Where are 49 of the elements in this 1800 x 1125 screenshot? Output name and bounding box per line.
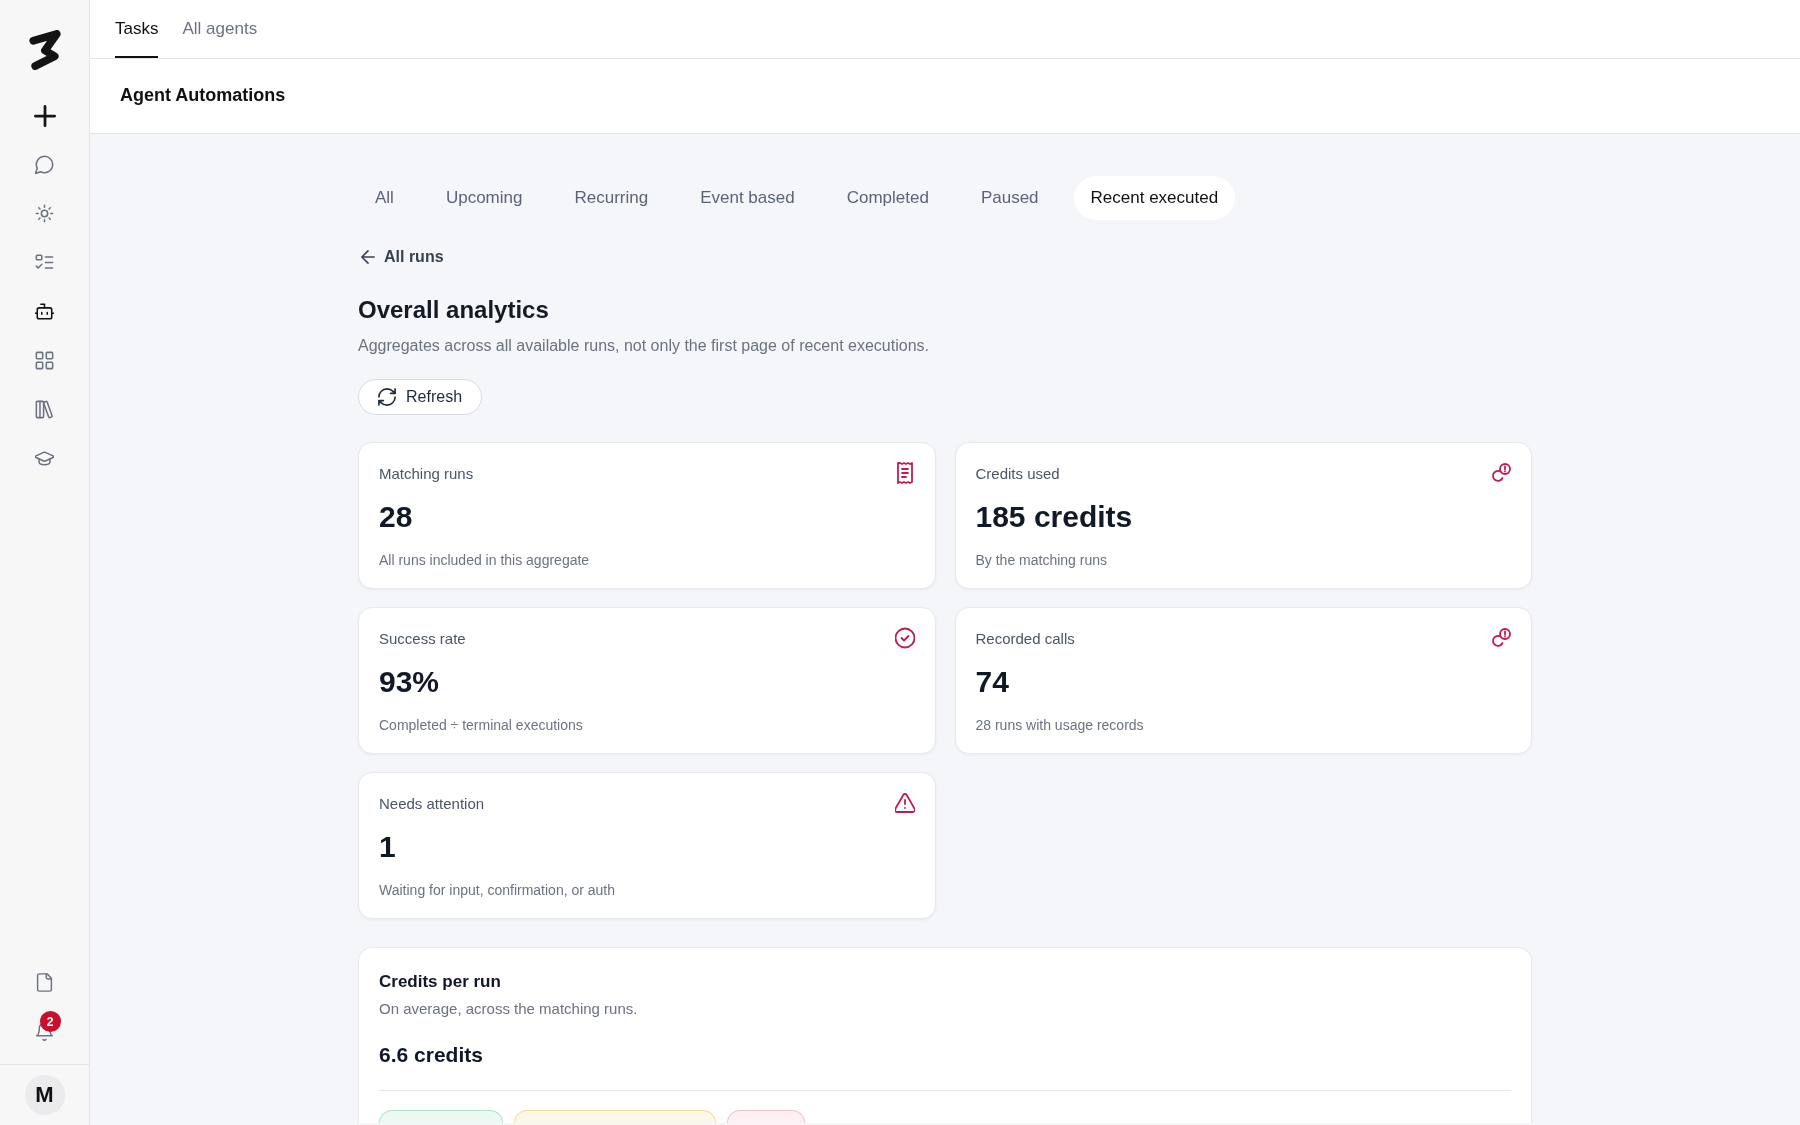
metric-value: 93%: [379, 664, 441, 700]
filter-tab[interactable]: Recurring: [557, 176, 666, 220]
plus-icon[interactable]: [33, 104, 56, 127]
filter-tab[interactable]: Recent executed: [1073, 176, 1236, 220]
metric-label: Success rate: [379, 629, 466, 647]
coins-icon: [1491, 627, 1511, 649]
filter-tab[interactable]: All: [358, 176, 411, 220]
credits-value: 6.6 credits: [379, 1042, 484, 1068]
top-tab[interactable]: All agents: [182, 0, 258, 58]
grid-icon[interactable]: [35, 351, 54, 370]
filter-tab[interactable]: Event based: [683, 176, 812, 220]
user-avatar[interactable]: M: [24, 1075, 65, 1115]
sun-icon[interactable]: [35, 204, 54, 223]
credits-description: On average, across the matching runs.: [379, 999, 639, 1019]
metric-value: 28: [379, 499, 414, 535]
notification-badge: 2: [39, 1011, 61, 1032]
file-icon[interactable]: [35, 973, 54, 992]
back-link[interactable]: All runs: [358, 247, 444, 267]
section-description: Aggregates across all available runs, not only the first page of recent executions.: [358, 336, 930, 356]
metric-value: 1: [379, 829, 397, 865]
robot-icon[interactable]: [35, 302, 54, 321]
page-title: Agent Automations: [120, 84, 286, 106]
filter-tab[interactable]: Upcoming: [428, 176, 540, 220]
metric-label: Needs attention: [379, 794, 485, 812]
arrow-left-icon: [361, 250, 375, 264]
metric-note: All runs included in this aggregate: [379, 551, 591, 569]
metric-label: Recorded calls: [975, 629, 1075, 647]
credits-title: Credits per run: [379, 971, 502, 993]
metric-value: 185 credits: [975, 499, 1134, 535]
logo-icon[interactable]: [28, 30, 61, 70]
books-icon[interactable]: [35, 400, 54, 419]
metric-label: Matching runs: [379, 464, 474, 482]
warning-icon: [894, 792, 915, 814]
filter-tab[interactable]: Completed: [829, 176, 946, 220]
filter-tab[interactable]: Paused: [963, 176, 1056, 220]
refresh-button[interactable]: Refresh: [358, 379, 483, 415]
chat-icon[interactable]: [35, 155, 54, 174]
metric-value: 74: [975, 664, 1010, 700]
metric-label: Credits used: [975, 464, 1060, 482]
refresh-icon: [378, 388, 396, 406]
graduation-cap-icon[interactable]: [35, 449, 54, 468]
section-title: Overall analytics: [358, 295, 550, 325]
metric-note: 28 runs with usage records: [975, 716, 1145, 734]
metric-note: By the matching runs: [975, 551, 1108, 569]
coins-icon: [1491, 462, 1511, 484]
metric-note: Completed ÷ terminal executions: [379, 716, 584, 734]
checklist-icon[interactable]: [35, 253, 54, 272]
receipt-icon: [894, 462, 915, 484]
metric-note: Waiting for input, confirmation, or auth: [379, 881, 617, 899]
